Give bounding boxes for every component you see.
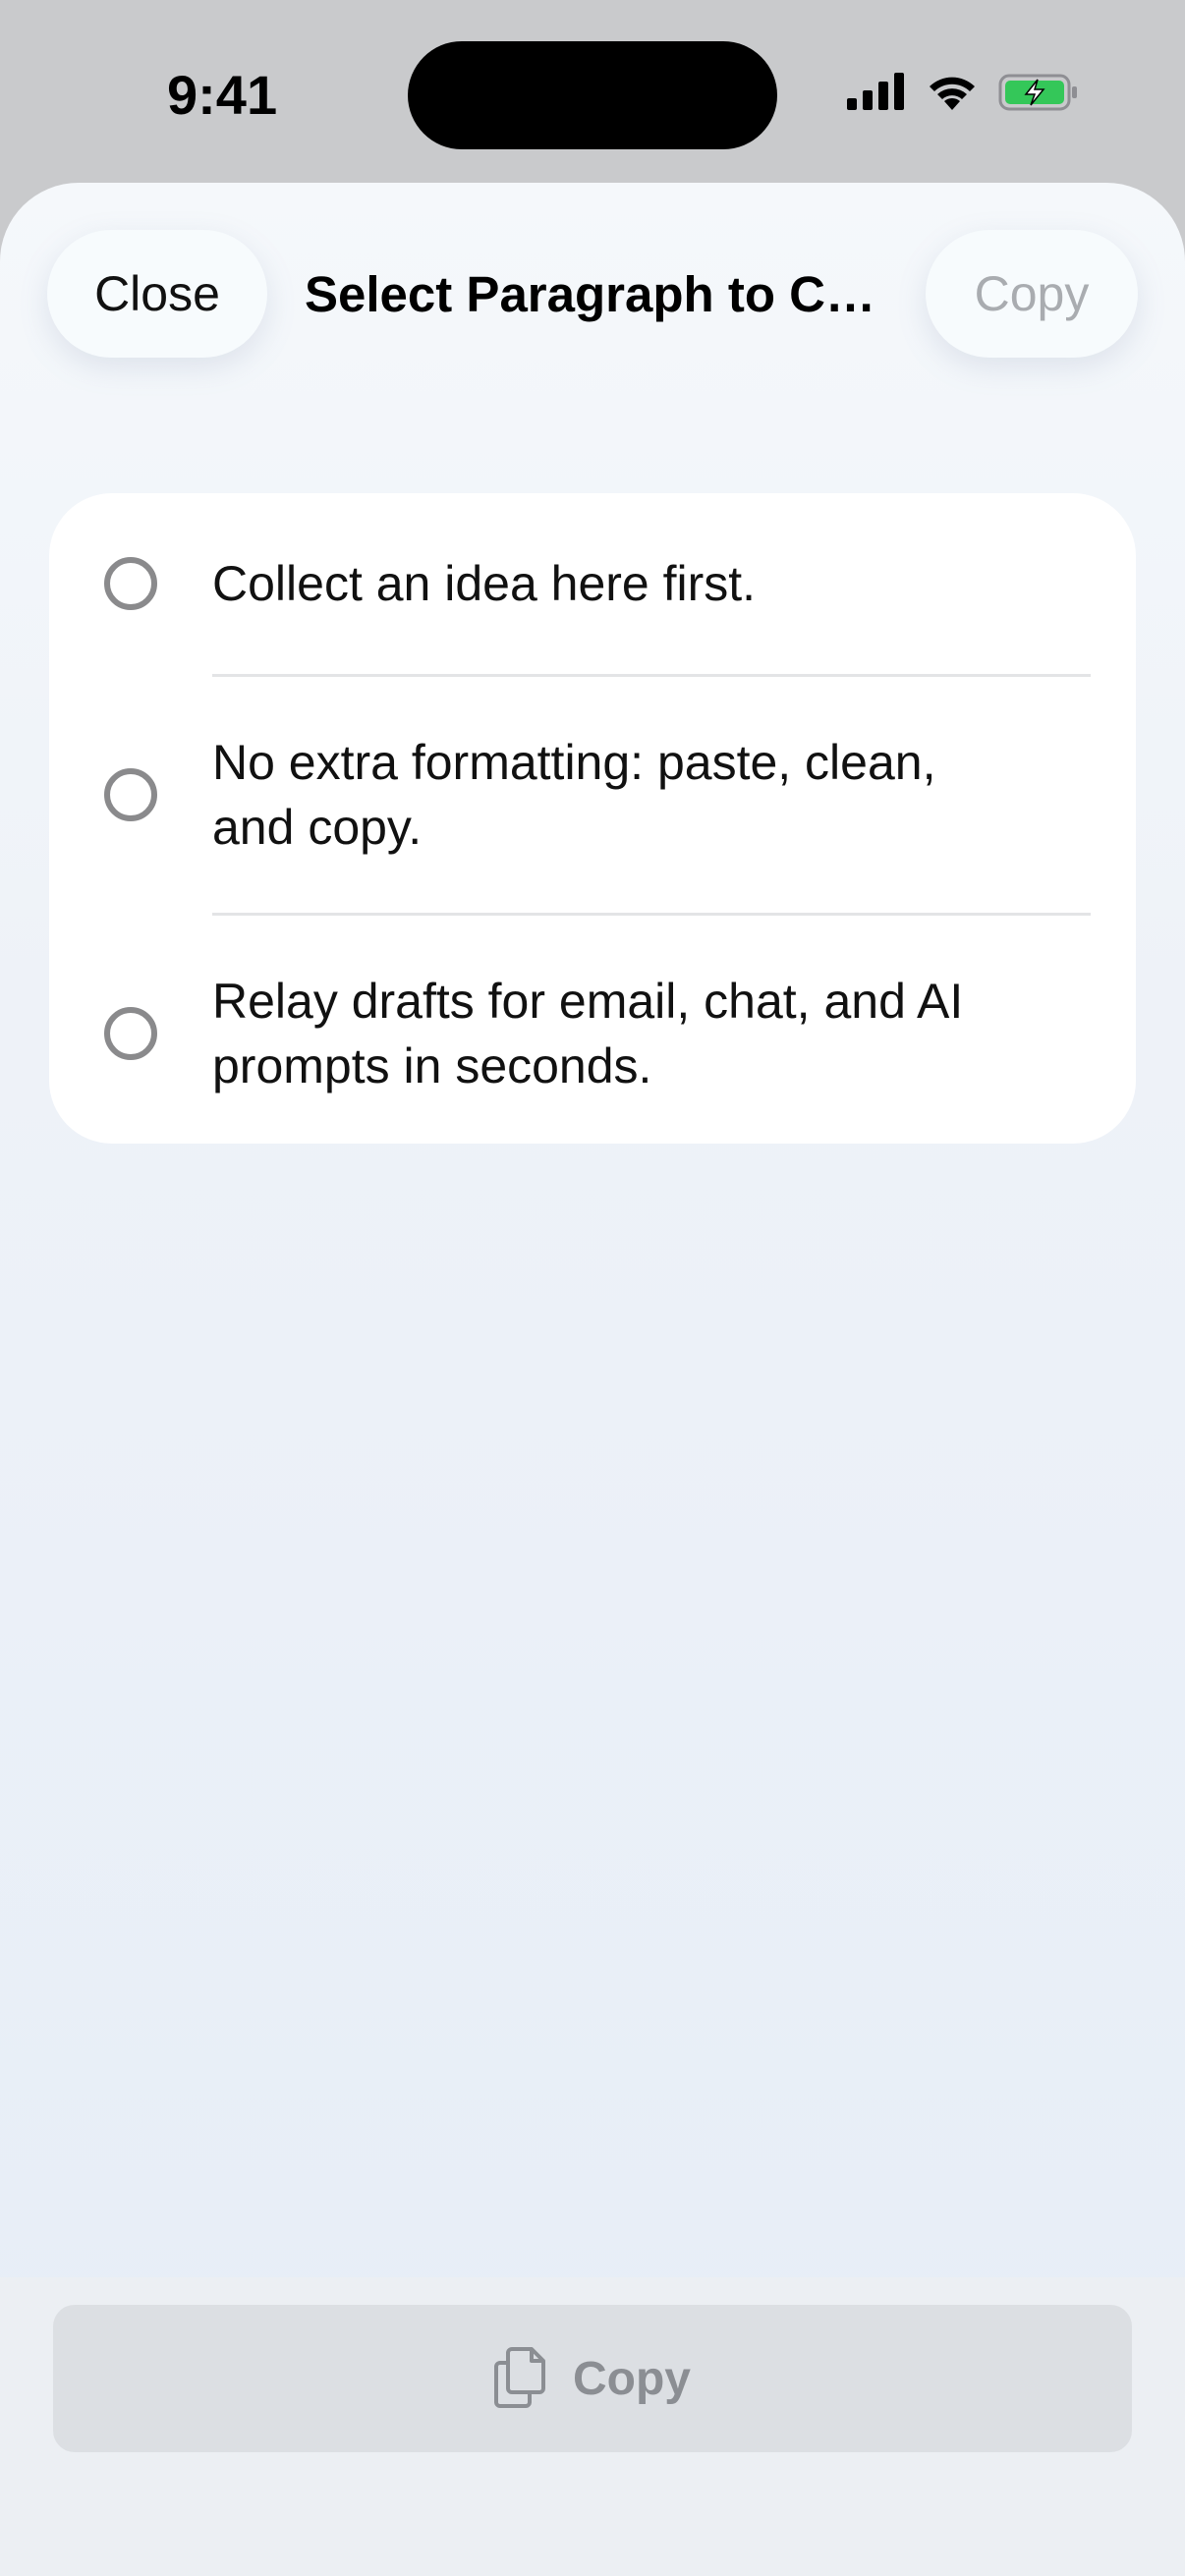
paragraph-option-2[interactable]: No extra formatting: paste, clean, and c… [49, 716, 1136, 873]
copy-button-top[interactable]: Copy [926, 230, 1138, 358]
select-paragraph-sheet: Close Select Paragraph to Co... Copy Col… [0, 183, 1185, 2576]
status-icons [847, 73, 1079, 112]
dynamic-island [408, 41, 777, 149]
paragraph-option-3[interactable]: Relay drafts for email, chat, and AI pro… [49, 955, 1136, 1112]
wifi-icon [926, 73, 979, 112]
copy-button-label: Copy [573, 2352, 691, 2405]
page-title: Select Paragraph to Co... [305, 266, 894, 322]
copy-button-bottom[interactable]: Copy [53, 2305, 1132, 2452]
close-button[interactable]: Close [47, 230, 267, 358]
radio-unselected-icon[interactable] [104, 1007, 157, 1060]
battery-charging-icon [998, 73, 1079, 112]
status-bar: 9:41 [0, 0, 1185, 187]
radio-unselected-icon[interactable] [104, 768, 157, 821]
paragraph-text: Relay drafts for email, chat, and AI pro… [212, 974, 964, 1093]
paragraph-text: Collect an idea here first. [212, 556, 757, 611]
status-time: 9:41 [167, 64, 278, 126]
radio-unselected-icon[interactable] [104, 557, 157, 610]
paragraph-text: No extra formatting: paste, clean, and c… [212, 735, 936, 855]
documents-copy-icon [494, 2345, 545, 2413]
paragraph-list: Collect an idea here first. No extra for… [49, 493, 1136, 1144]
cellular-signal-icon [847, 73, 906, 112]
paragraph-option-1[interactable]: Collect an idea here first. [49, 532, 1136, 635]
